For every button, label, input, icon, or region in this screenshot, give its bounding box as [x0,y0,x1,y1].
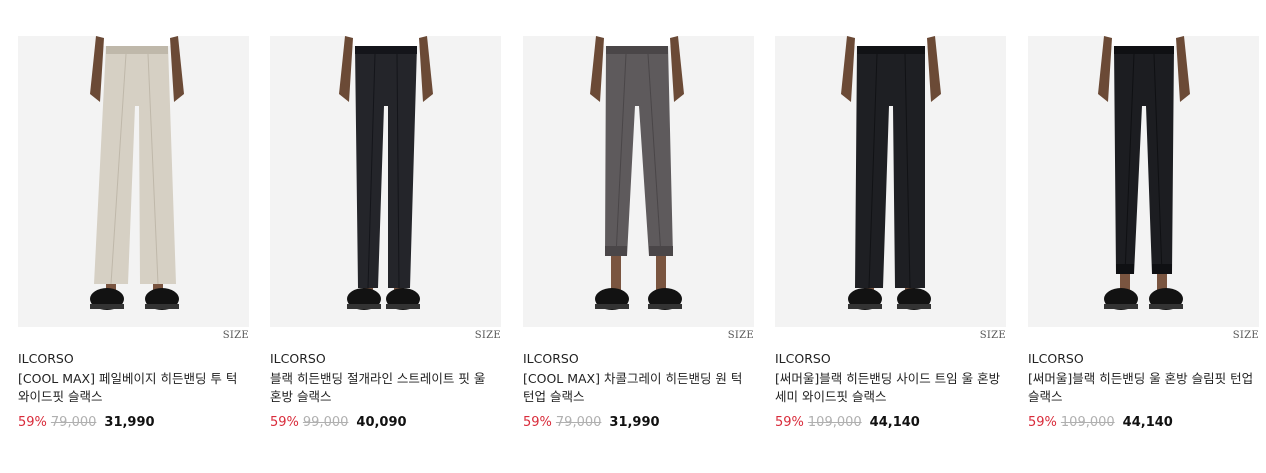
original-price: 99,000 [302,415,349,430]
price-row: 59% 79,000 31,990 [523,414,754,432]
sale-price: 40,090 [356,415,407,430]
discount-rate: 59% [1028,415,1057,430]
product-card[interactable]: SIZE ILCORSO [COOL MAX] 차콜그레이 히든밴딩 원 턱 턴… [523,36,754,432]
right-cuff [649,246,673,256]
size-row: SIZE [18,327,249,345]
right-cuff [1152,264,1172,274]
left-sole [1104,304,1138,309]
discount-rate: 59% [523,415,552,430]
discount-rate: 59% [775,415,804,430]
left-sole [848,304,882,309]
right-sole [648,304,682,309]
discount-rate: 59% [18,415,47,430]
product-card[interactable]: SIZE ILCORSO [써머울]블랙 히든밴딩 울 혼방 슬림핏 턴업 슬랙… [1028,36,1259,432]
original-price: 109,000 [1060,415,1115,430]
brand-name[interactable]: ILCORSO [523,351,754,367]
size-link[interactable]: SIZE [980,330,1006,341]
product-photo [270,36,501,327]
right-sole [386,304,420,309]
brand-name[interactable]: ILCORSO [18,351,249,367]
product-card[interactable]: SIZE ILCORSO 블랙 히든밴딩 절개라인 스트레이트 핏 울 혼방 슬… [270,36,501,432]
product-photo [18,36,249,327]
price-row: 59% 79,000 31,990 [18,414,249,432]
product-photo [775,36,1006,327]
size-row: SIZE [270,327,501,345]
shirt-hem [1106,36,1182,46]
product-image[interactable] [1028,36,1259,327]
original-price: 109,000 [807,415,862,430]
size-link[interactable]: SIZE [223,330,249,341]
price-row: 59% 99,000 40,090 [270,414,501,432]
product-title[interactable]: [COOL MAX] 페일베이지 히든밴딩 투 턱 와이드핏 슬랙스 [18,370,249,406]
right-ankle [656,256,666,291]
product-photo [1028,36,1259,327]
price-row: 59% 109,000 44,140 [1028,414,1259,432]
product-image[interactable] [270,36,501,327]
discount-rate: 59% [270,415,299,430]
size-link[interactable]: SIZE [1233,330,1259,341]
product-title[interactable]: [써머울]블랙 히든밴딩 울 혼방 슬림핏 턴업 슬랙스 [1028,370,1259,406]
product-photo [523,36,754,327]
waistband [355,46,417,54]
product-image[interactable] [18,36,249,327]
waistband [857,46,925,54]
shirt-hem [347,36,425,46]
shirt-hem [98,36,176,46]
product-card[interactable]: SIZE ILCORSO [써머울]블랙 히든밴딩 사이드 트임 울 혼방 세미… [775,36,1006,432]
size-row: SIZE [523,327,754,345]
product-title[interactable]: [써머울]블랙 히든밴딩 사이드 트임 울 혼방 세미 와이드핏 슬랙스 [775,370,1006,406]
original-price: 79,000 [555,415,602,430]
left-cuff [605,246,627,256]
sale-price: 31,990 [104,415,155,430]
sale-price: 31,990 [609,415,660,430]
waistband [606,46,668,54]
price-row: 59% 109,000 44,140 [775,414,1006,432]
product-grid: SIZE ILCORSO [COOL MAX] 페일베이지 히든밴딩 투 턱 와… [0,0,1266,473]
sale-price: 44,140 [869,415,920,430]
size-link[interactable]: SIZE [475,330,501,341]
left-sole [90,304,124,309]
left-sole [347,304,381,309]
waistband [106,46,168,54]
left-sole [595,304,629,309]
size-row: SIZE [775,327,1006,345]
brand-name[interactable]: ILCORSO [1028,351,1259,367]
product-image[interactable] [523,36,754,327]
size-link[interactable]: SIZE [728,330,754,341]
waistband [1114,46,1174,54]
right-sole [145,304,179,309]
product-title[interactable]: [COOL MAX] 차콜그레이 히든밴딩 원 턱 턴업 슬랙스 [523,370,754,406]
right-sole [1149,304,1183,309]
size-row: SIZE [1028,327,1259,345]
shirt-hem [598,36,676,46]
right-sole [897,304,931,309]
original-price: 79,000 [50,415,97,430]
brand-name[interactable]: ILCORSO [775,351,1006,367]
brand-name[interactable]: ILCORSO [270,351,501,367]
sale-price: 44,140 [1122,415,1173,430]
left-ankle [611,256,621,291]
product-card[interactable]: SIZE ILCORSO [COOL MAX] 페일베이지 히든밴딩 투 턱 와… [18,36,249,432]
product-image[interactable] [775,36,1006,327]
product-title[interactable]: 블랙 히든밴딩 절개라인 스트레이트 핏 울 혼방 슬랙스 [270,370,501,406]
left-cuff [1116,264,1134,274]
shirt-hem [849,36,933,46]
